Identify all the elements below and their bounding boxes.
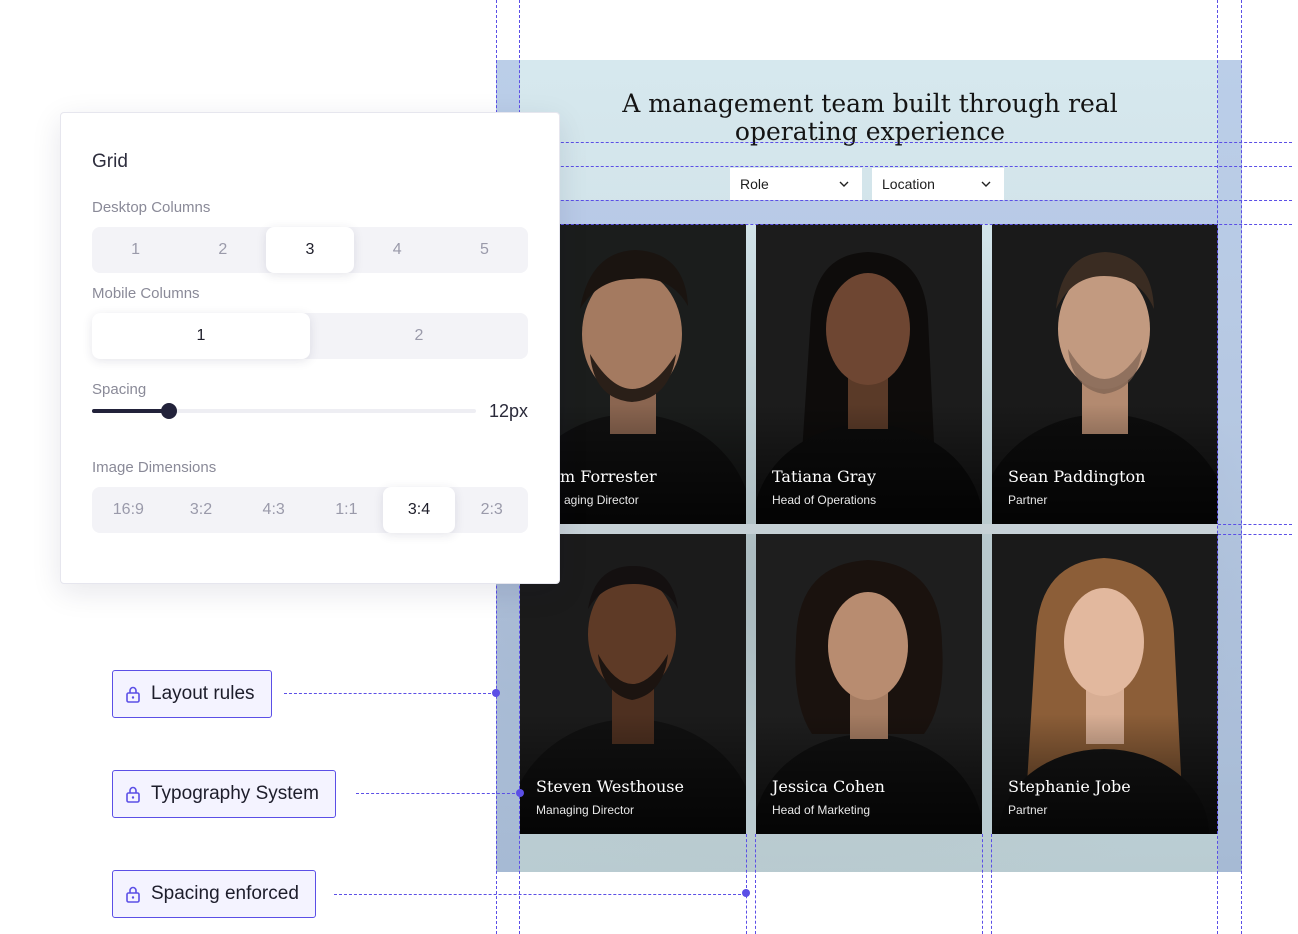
badge-label: Layout rules bbox=[151, 683, 255, 704]
lock-icon bbox=[126, 686, 140, 703]
guide-line-horizontal bbox=[1218, 534, 1292, 535]
connector-dot bbox=[742, 889, 750, 897]
image-dimensions-option[interactable]: 4:3 bbox=[237, 487, 310, 533]
desktop-columns-option[interactable]: 2 bbox=[179, 227, 266, 273]
image-dimensions-option[interactable]: 1:1 bbox=[310, 487, 383, 533]
panel-title: Grid bbox=[92, 151, 128, 172]
team-member-name: Jessica Cohen bbox=[772, 777, 885, 796]
mobile-columns-selector: 1 2 bbox=[92, 313, 528, 359]
team-member-role: aging Director bbox=[564, 493, 639, 507]
gutter-guide-line bbox=[991, 834, 992, 934]
role-filter-dropdown[interactable]: Role bbox=[730, 168, 862, 200]
team-member-name: Stephanie Jobe bbox=[1008, 777, 1131, 796]
desktop-columns-option[interactable]: 4 bbox=[354, 227, 441, 273]
mobile-columns-option[interactable]: 2 bbox=[310, 313, 528, 359]
image-dimensions-option[interactable]: 16:9 bbox=[92, 487, 165, 533]
guide-line-horizontal bbox=[496, 224, 1292, 225]
connector-dot bbox=[492, 689, 500, 697]
badge-connector-line bbox=[356, 793, 520, 794]
spacing-value: 12px bbox=[489, 401, 529, 421]
role-filter-label: Role bbox=[740, 176, 769, 192]
team-card[interactable]: Jessica Cohen Head of Marketing bbox=[756, 534, 982, 834]
guide-line-horizontal bbox=[496, 142, 1292, 143]
site-title: A management team built through real ope… bbox=[622, 89, 1118, 146]
gutter-guide-line bbox=[982, 834, 983, 934]
lock-icon bbox=[126, 886, 140, 903]
row-gap-band bbox=[520, 524, 1218, 534]
image-dimensions-selector: 16:9 3:2 4:3 1:1 3:4 2:3 bbox=[92, 487, 528, 533]
team-member-name: Steven Westhouse bbox=[536, 777, 684, 796]
team-member-role: Partner bbox=[1008, 803, 1048, 817]
team-card[interactable]: Stephanie Jobe Partner bbox=[992, 534, 1218, 834]
spacing-label: Spacing bbox=[92, 381, 147, 398]
spacing-slider-handle[interactable] bbox=[160, 403, 177, 419]
guide-line-vertical bbox=[1241, 0, 1242, 934]
layout-rules-badge: Layout rules bbox=[112, 670, 272, 718]
team-member-role: Head of Operations bbox=[772, 493, 877, 507]
team-member-role: Partner bbox=[1008, 493, 1048, 507]
gutter-guide-line bbox=[755, 834, 756, 934]
mobile-columns-label: Mobile Columns bbox=[92, 285, 200, 302]
guide-band-right bbox=[1218, 60, 1242, 872]
connector-dot bbox=[516, 789, 524, 797]
location-filter-dropdown[interactable]: Location bbox=[872, 168, 1004, 200]
team-card[interactable]: Sean Paddington Partner bbox=[992, 224, 1218, 524]
mobile-columns-option-selected[interactable]: 1 bbox=[92, 313, 310, 359]
badge-connector-line bbox=[284, 693, 496, 694]
desktop-columns-selector: 1 2 3 4 5 bbox=[92, 227, 528, 273]
team-member-role: Head of Marketing bbox=[772, 803, 871, 817]
team-member-name: m Forrester bbox=[560, 467, 657, 486]
image-dimensions-label: Image Dimensions bbox=[92, 459, 217, 476]
desktop-columns-option[interactable]: 1 bbox=[92, 227, 179, 273]
image-dimensions-option[interactable]: 3:2 bbox=[165, 487, 238, 533]
badge-label: Typography System bbox=[151, 783, 319, 804]
team-card[interactable]: Tatiana Gray Head of Operations bbox=[756, 224, 982, 524]
guide-line-vertical bbox=[1217, 0, 1218, 934]
desktop-columns-label: Desktop Columns bbox=[92, 199, 211, 216]
lock-icon bbox=[126, 786, 140, 803]
gutter-guide-line bbox=[746, 834, 747, 934]
spacing-slider[interactable] bbox=[92, 403, 476, 419]
spacing-enforced-badge: Spacing enforced bbox=[112, 870, 316, 918]
desktop-columns-option-selected[interactable]: 3 bbox=[266, 227, 354, 273]
team-member-role: Managing Director bbox=[536, 803, 635, 817]
guide-line-horizontal bbox=[496, 200, 1292, 201]
location-filter-label: Location bbox=[882, 176, 935, 192]
guide-line-horizontal bbox=[1218, 524, 1292, 525]
desktop-columns-option[interactable]: 5 bbox=[441, 227, 528, 273]
chevron-down-icon bbox=[839, 181, 849, 187]
typography-system-badge: Typography System bbox=[112, 770, 336, 818]
badge-label: Spacing enforced bbox=[151, 883, 299, 904]
team-member-name: Sean Paddington bbox=[1008, 467, 1146, 486]
guide-band-header bbox=[520, 200, 1218, 224]
grid-settings-panel: Grid Desktop Columns 1 2 3 4 5 Mobile Co… bbox=[60, 112, 560, 584]
image-dimensions-option-selected[interactable]: 3:4 bbox=[382, 487, 456, 533]
chevron-down-icon bbox=[981, 181, 991, 187]
image-dimensions-option[interactable]: 2:3 bbox=[455, 487, 528, 533]
spacing-slider-fill bbox=[92, 409, 169, 413]
badge-connector-line bbox=[334, 894, 746, 895]
guide-line-horizontal bbox=[496, 166, 1292, 167]
team-member-name: Tatiana Gray bbox=[772, 467, 876, 486]
